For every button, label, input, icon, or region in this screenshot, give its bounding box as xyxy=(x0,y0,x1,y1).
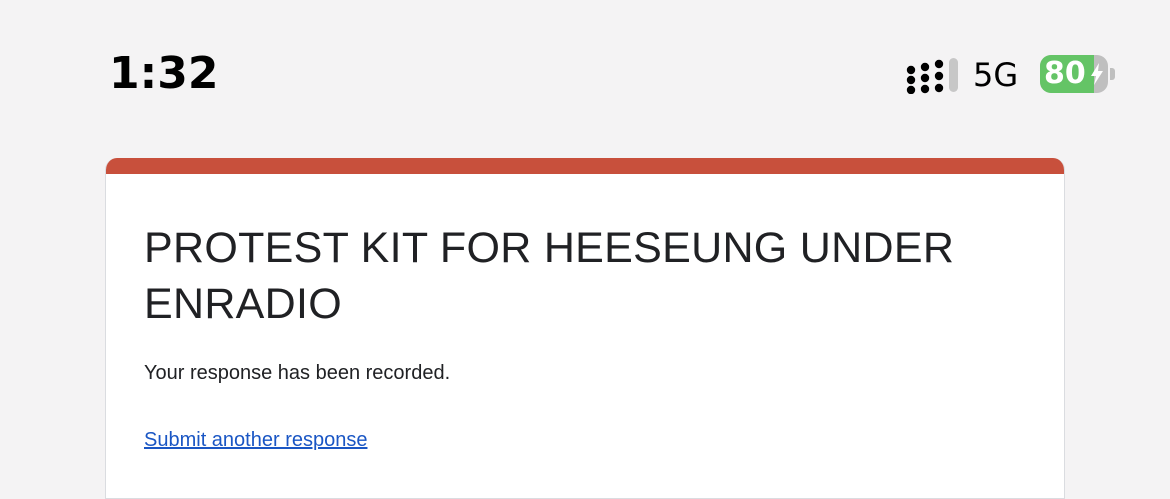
battery-body: 80 xyxy=(1040,55,1108,93)
clock-time: 1:32 xyxy=(109,48,219,99)
cellular-signal-icon xyxy=(906,58,958,94)
battery-tip xyxy=(1110,68,1115,80)
card-accent-bar xyxy=(106,158,1064,174)
status-bar: 1:32 5G 80 xyxy=(0,0,1170,150)
form-confirmation-card: PROTEST KIT FOR HEESEUNG UNDER ENRADIO Y… xyxy=(105,158,1065,499)
form-title: PROTEST KIT FOR HEESEUNG UNDER ENRADIO xyxy=(144,224,955,328)
confirmation-message: Your response has been recorded. xyxy=(144,362,451,384)
battery-indicator: 80 xyxy=(1040,55,1116,93)
charging-bolt-icon xyxy=(1091,63,1103,85)
battery-percent: 80 xyxy=(1044,56,1086,91)
network-type: 5G xyxy=(973,56,1019,94)
submit-another-response-link[interactable]: Submit another response xyxy=(144,426,367,454)
